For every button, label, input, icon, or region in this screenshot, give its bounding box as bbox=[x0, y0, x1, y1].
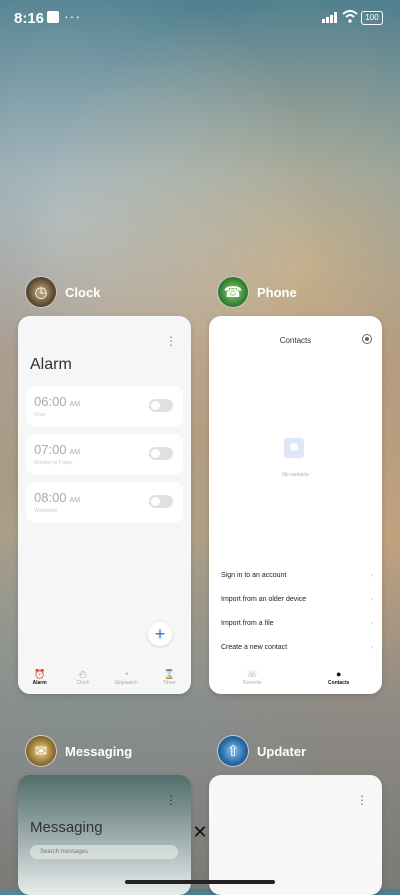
nav-recents[interactable]: ☏ Recents bbox=[209, 666, 296, 694]
chevron-right-icon: › bbox=[370, 596, 373, 603]
action-label: Import from an older device bbox=[221, 596, 307, 603]
messaging-app-card[interactable]: ⋮ Messaging Search messages bbox=[18, 775, 191, 895]
alarm-time-text: 07:00 bbox=[34, 442, 67, 457]
status-bar: 8:16 ··· 100 bbox=[0, 0, 400, 34]
battery-icon: 100 bbox=[361, 11, 383, 25]
nav-alarm[interactable]: ⏰ Alarm bbox=[18, 666, 61, 694]
nav-stopwatch-label: Stopwatch bbox=[114, 680, 138, 686]
contact-placeholder-icon bbox=[284, 438, 304, 458]
updater-app-header[interactable]: ⇧ Updater bbox=[217, 735, 306, 767]
messaging-app-icon: ✉ bbox=[25, 735, 57, 767]
phone-bottom-nav: ☏ Recents ● Contacts bbox=[209, 666, 382, 694]
add-alarm-button[interactable]: + bbox=[148, 622, 172, 646]
updater-app-name: Updater bbox=[257, 743, 307, 759]
alarm-subtitle: Monday to Friday bbox=[34, 460, 73, 466]
person-icon: ● bbox=[336, 669, 342, 679]
hourglass-icon: ⌛ bbox=[163, 669, 175, 679]
alarm-title: Alarm bbox=[30, 356, 72, 373]
alarm-ampm: AM bbox=[69, 497, 81, 504]
clock-bottom-nav: ⏰ Alarm ◴ Clock ◔ Stopwatch ⌛ Timer bbox=[18, 666, 191, 694]
alarm-item[interactable]: 08:00 AM Weekends bbox=[26, 482, 183, 522]
clock-icon: ◴ bbox=[78, 669, 87, 679]
alarm-item[interactable]: 06:00 AM Once bbox=[26, 386, 183, 426]
messaging-title: Messaging bbox=[30, 819, 103, 836]
clock-app-header[interactable]: ◷ Clock bbox=[25, 276, 100, 308]
more-options-icon[interactable]: ⋮ bbox=[165, 334, 177, 348]
phone-app-name: Phone bbox=[257, 284, 297, 300]
sign-in-account-item[interactable]: Sign in to an account › bbox=[221, 572, 373, 579]
alarm-toggle[interactable] bbox=[149, 495, 173, 508]
home-indicator[interactable] bbox=[125, 880, 275, 884]
alarm-toggle[interactable] bbox=[149, 447, 173, 460]
alarm-ampm: AM bbox=[69, 401, 81, 408]
alarm-time-text: 06:00 bbox=[34, 394, 67, 409]
alarm-time: 07:00 AM bbox=[34, 442, 80, 457]
clock-app-card[interactable]: ⋮ Alarm 06:00 AM Once 07:00 AM Monday to F… bbox=[18, 316, 191, 694]
alarm-subtitle: Weekends bbox=[34, 508, 58, 514]
alarm-time: 06:00 AM bbox=[34, 394, 80, 409]
phone-app-card[interactable]: Contacts No contacts Sign in to an accou… bbox=[209, 316, 382, 694]
settings-icon[interactable] bbox=[362, 334, 372, 344]
action-label: Create a new contact bbox=[221, 644, 288, 651]
updater-app-card[interactable]: ⋮ bbox=[209, 775, 382, 895]
nav-recents-label: Recents bbox=[243, 680, 262, 686]
more-options-icon[interactable]: ⋮ bbox=[356, 793, 368, 807]
more-notifications-icon: ··· bbox=[64, 8, 81, 24]
alarm-ampm: AM bbox=[69, 449, 81, 456]
import-file-item[interactable]: Import from a file › bbox=[221, 620, 373, 627]
messaging-app-header[interactable]: ✉ Messaging bbox=[25, 735, 132, 767]
chevron-right-icon: › bbox=[370, 620, 373, 627]
nav-alarm-label: Alarm bbox=[32, 680, 47, 686]
wifi-icon bbox=[342, 10, 358, 23]
search-field[interactable]: Search messages bbox=[30, 845, 178, 859]
signal-icon bbox=[322, 12, 337, 23]
clock-app-icon: ◷ bbox=[25, 276, 57, 308]
nav-timer-label: Timer bbox=[163, 680, 176, 686]
alarm-time: 08:00 AM bbox=[34, 490, 80, 505]
chevron-right-icon: › bbox=[370, 644, 373, 651]
import-older-device-item[interactable]: Import from an older device › bbox=[221, 596, 373, 603]
chevron-right-icon: › bbox=[370, 572, 373, 579]
updater-app-icon: ⇧ bbox=[217, 735, 249, 767]
phone-app-icon: ☎ bbox=[217, 276, 249, 308]
alarm-item[interactable]: 07:00 AM Monday to Friday bbox=[26, 434, 183, 474]
close-all-button[interactable]: ✕ bbox=[192, 823, 208, 841]
alarm-subtitle: Once bbox=[34, 412, 46, 418]
phone-icon: ☏ bbox=[246, 669, 258, 679]
alarm-icon: ⏰ bbox=[34, 669, 46, 679]
action-label: Sign in to an account bbox=[221, 572, 287, 579]
notification-icon bbox=[47, 11, 59, 23]
alarm-time-text: 08:00 bbox=[34, 490, 67, 505]
nav-contacts-label: Contacts bbox=[328, 680, 350, 686]
create-contact-item[interactable]: Create a new contact › bbox=[221, 644, 373, 651]
nav-clock[interactable]: ◴ Clock bbox=[61, 666, 104, 694]
nav-stopwatch[interactable]: ◔ Stopwatch bbox=[105, 666, 148, 694]
more-options-icon[interactable]: ⋮ bbox=[165, 793, 177, 807]
status-time: 8:16 bbox=[14, 10, 45, 27]
messaging-app-name: Messaging bbox=[65, 743, 133, 759]
phone-app-header[interactable]: ☎ Phone bbox=[217, 276, 297, 308]
nav-clock-label: Clock bbox=[76, 680, 90, 686]
nav-contacts[interactable]: ● Contacts bbox=[296, 666, 383, 694]
alarm-toggle[interactable] bbox=[149, 399, 173, 412]
action-label: Import from a file bbox=[221, 620, 274, 627]
stopwatch-icon: ◔ bbox=[123, 669, 129, 679]
contacts-title: Contacts bbox=[279, 336, 312, 345]
empty-contacts-text: No contacts bbox=[282, 472, 309, 478]
nav-timer[interactable]: ⌛ Timer bbox=[148, 666, 191, 694]
clock-app-name: Clock bbox=[65, 284, 101, 300]
